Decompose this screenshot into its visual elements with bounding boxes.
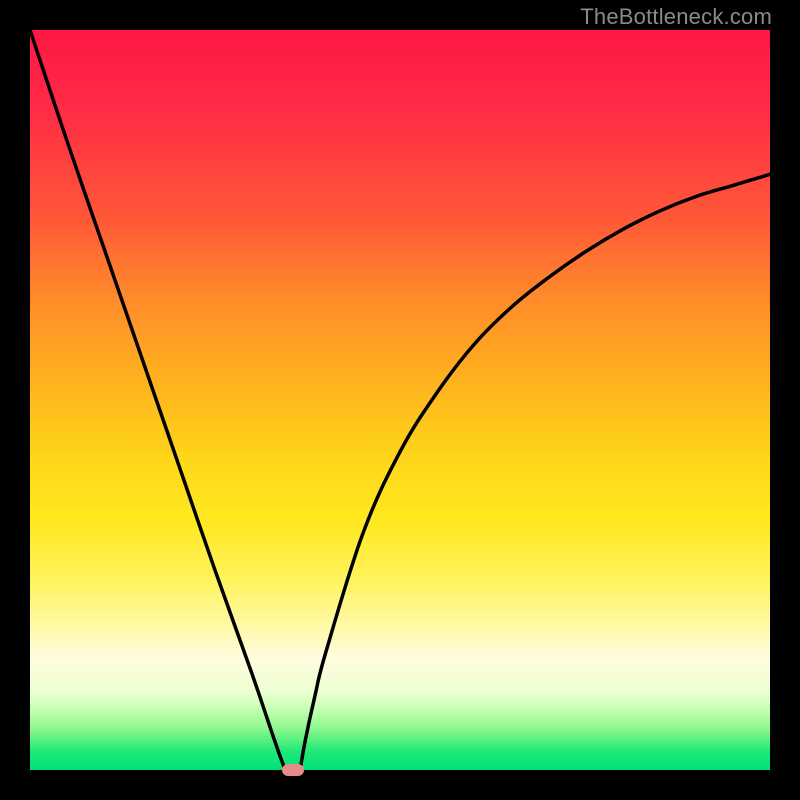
bottleneck-curve	[30, 30, 770, 770]
chart-plot-area	[30, 30, 770, 770]
watermark-text: TheBottleneck.com	[580, 4, 772, 30]
chart-frame: TheBottleneck.com	[0, 0, 800, 800]
optimal-point-marker	[282, 764, 304, 776]
